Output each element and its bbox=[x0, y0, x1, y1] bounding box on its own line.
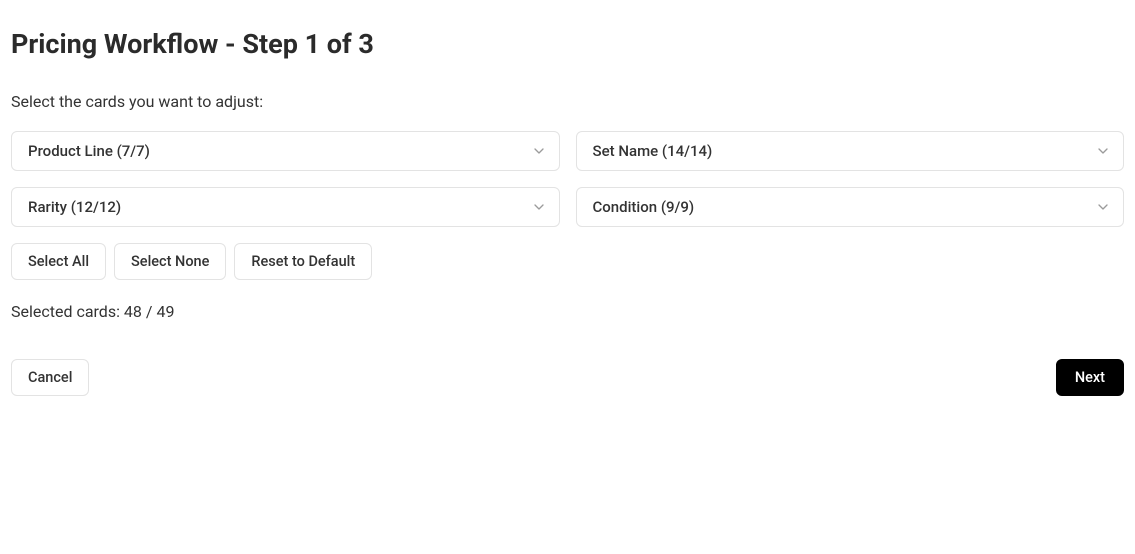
selected-count: Selected cards: 48 / 49 bbox=[11, 302, 1124, 321]
page-title: Pricing Workflow - Step 1 of 3 bbox=[11, 28, 1124, 60]
select-none-button[interactable]: Select None bbox=[114, 243, 226, 280]
cancel-button[interactable]: Cancel bbox=[11, 359, 89, 396]
rarity-dropdown[interactable]: Rarity (12/12) bbox=[11, 187, 560, 227]
next-button[interactable]: Next bbox=[1056, 359, 1124, 396]
product-line-dropdown[interactable]: Product Line (7/7) bbox=[11, 131, 560, 171]
set-name-label: Set Name (14/14) bbox=[593, 142, 713, 160]
footer-actions: Cancel Next bbox=[11, 359, 1124, 396]
chevron-down-icon bbox=[1095, 143, 1111, 159]
chevron-down-icon bbox=[1095, 199, 1111, 215]
chevron-down-icon bbox=[531, 143, 547, 159]
rarity-label: Rarity (12/12) bbox=[28, 198, 121, 216]
condition-label: Condition (9/9) bbox=[593, 198, 695, 216]
instruction-text: Select the cards you want to adjust: bbox=[11, 92, 1124, 111]
chevron-down-icon bbox=[531, 199, 547, 215]
reset-default-button[interactable]: Reset to Default bbox=[234, 243, 372, 280]
dropdown-grid: Product Line (7/7) Set Name (14/14) Rari… bbox=[11, 131, 1124, 227]
condition-dropdown[interactable]: Condition (9/9) bbox=[576, 187, 1125, 227]
selection-actions: Select All Select None Reset to Default bbox=[11, 243, 1124, 280]
select-all-button[interactable]: Select All bbox=[11, 243, 106, 280]
set-name-dropdown[interactable]: Set Name (14/14) bbox=[576, 131, 1125, 171]
product-line-label: Product Line (7/7) bbox=[28, 142, 150, 160]
